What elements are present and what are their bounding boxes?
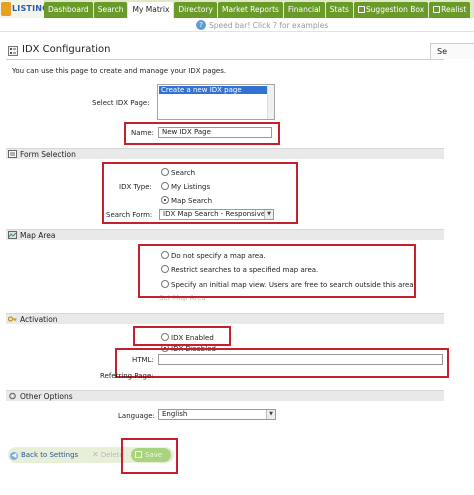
chevron-down-icon: ▼ [266,410,275,419]
section-map-area: Map Area [6,229,444,240]
search-form-label: Search Form: [106,211,153,219]
speed-bar: ? Speed bar! Click ? for examples [0,18,474,32]
section-other-options: Other Options [6,390,444,401]
tab-stats[interactable]: Stats [325,2,353,18]
delete-button[interactable]: ✕ Delete [92,448,124,462]
radio-type-search-label: Search [171,169,196,177]
nav-tabs: Dashboard Search My Matrix Directory Mar… [44,2,471,18]
html-input[interactable] [158,354,443,365]
referring-page-label: Referring Page: [100,372,154,380]
radio-type-my-listings-label: My Listings [171,183,211,191]
radio-map-restrict-label: Restrict searches to a specified map are… [171,266,319,274]
top-nav: LISTINGS Dashboard Search My Matrix Dire… [0,0,474,18]
radio-idx-enabled-label: IDX Enabled [171,334,214,342]
listbox-scrollbar[interactable] [267,85,274,119]
page-title: IDX Configuration [22,44,111,55]
radio-idx-enabled[interactable] [161,333,169,341]
form-icon [8,150,17,158]
language-select[interactable]: English ▼ [158,409,276,420]
html-label: HTML: [132,356,154,364]
tab-my-matrix[interactable]: My Matrix [128,2,174,18]
tab-suggestion-box[interactable]: Suggestion Box [353,2,429,18]
tab-search[interactable]: Search [93,2,128,18]
save-icon [135,451,142,458]
tab-market-reports[interactable]: Market Reports [217,2,283,18]
tab-dashboard[interactable]: Dashboard [44,2,93,18]
chevron-down-icon: ▼ [264,210,273,219]
radio-map-none-label: Do not specify a map area. [171,252,266,260]
radio-map-restrict[interactable] [161,265,169,273]
radio-idx-disabled-label: IDX Disabled [171,345,216,353]
settings-page-icon [8,46,18,56]
set-map-area-link[interactable]: Set Map Area [159,294,206,302]
tab-directory[interactable]: Directory [174,2,217,18]
intro-text: You can use this page to create and mana… [12,67,227,75]
idx-page-listbox[interactable]: Create a new IDX page [157,84,275,120]
idx-type-label: IDX Type: [119,183,152,191]
section-activation: Activation [6,313,444,324]
radio-type-search[interactable] [161,168,169,176]
header-divider [6,59,444,60]
speed-bar-input[interactable]: ? Speed bar! Click ? for examples [196,20,346,31]
tab-realist[interactable]: Realist [429,2,471,18]
language-label: Language: [118,412,155,420]
speed-bar-placeholder: Speed bar! Click ? for examples [209,21,329,30]
search-form-select[interactable]: IDX Map Search - Responsive ▼ [159,209,274,220]
listbox-option-new[interactable]: Create a new IDX page [159,86,267,94]
delete-icon: ✕ [92,450,99,459]
gear-icon [9,392,16,400]
suggestion-box-icon [357,6,365,13]
radio-type-map-search[interactable] [161,196,169,204]
map-icon [8,231,17,239]
realist-icon [433,6,441,13]
help-icon[interactable]: ? [196,20,206,30]
radio-idx-disabled[interactable] [161,344,169,352]
radio-type-my-listings[interactable] [161,182,169,190]
back-to-settings-button[interactable]: ◀ Back to Settings [10,448,78,462]
back-arrow-icon: ◀ [10,452,18,460]
save-button[interactable]: Save [131,448,171,462]
logo-icon [1,2,11,16]
page-header: IDX Configuration [0,42,474,60]
select-idx-page-label: Select IDX Page: [92,99,150,107]
section-form-selection: Form Selection [6,148,444,159]
radio-map-initial-view-label: Specify an initial map view. Users are f… [171,281,416,289]
side-panel-tab[interactable]: Se [430,43,474,59]
tab-financial[interactable]: Financial [283,2,325,18]
radio-map-initial-view[interactable] [161,280,169,288]
key-icon [8,316,17,322]
logo[interactable]: LISTINGS [0,0,55,18]
radio-type-map-search-label: Map Search [171,197,213,205]
name-label: Name: [131,129,155,137]
radio-map-none[interactable] [161,251,169,259]
name-input[interactable]: New IDX Page [158,127,272,138]
